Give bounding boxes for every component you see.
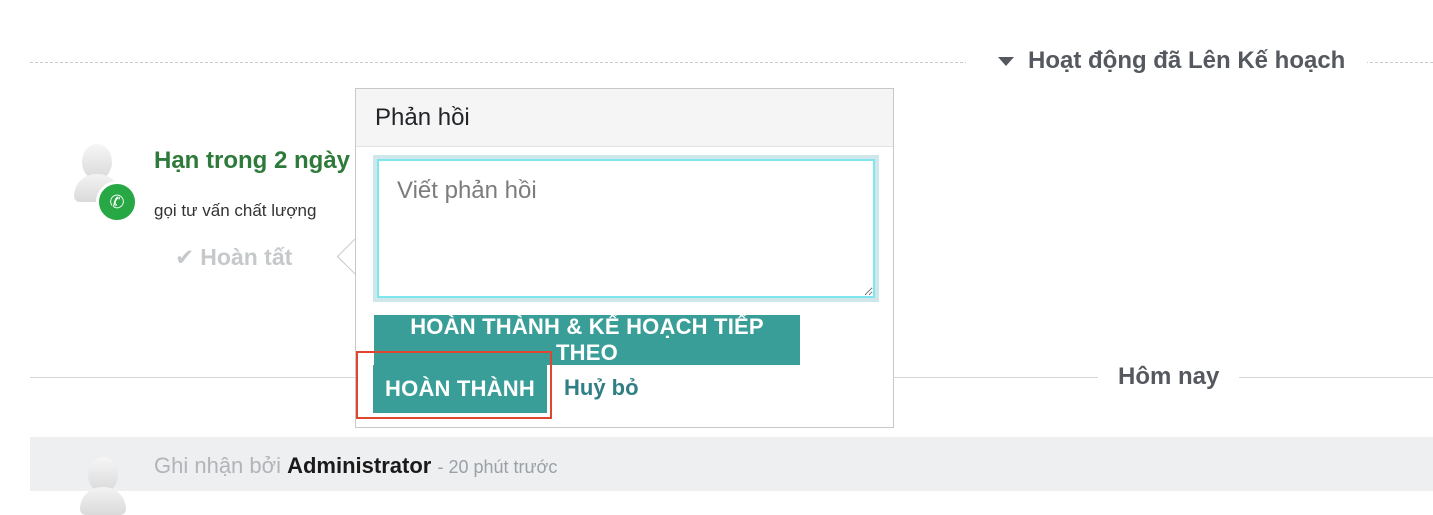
caret-down-icon xyxy=(998,57,1014,66)
feedback-input[interactable] xyxy=(377,159,875,298)
message-header: Ghi nhận bởi Administrator - 20 phút trư… xyxy=(154,453,557,479)
phone-icon: ✆ xyxy=(96,181,138,223)
feedback-field-wrapper xyxy=(373,155,879,302)
planned-activities-toggle[interactable]: Hoạt động đã Lên Kế hoạch xyxy=(966,44,1368,78)
message-author[interactable]: Administrator xyxy=(287,453,431,478)
activity-summary: gọi tư vấn chất lượng xyxy=(154,201,317,220)
mark-done-label: Hoàn tất xyxy=(200,244,293,270)
mark-done-button[interactable]: ✔ Hoàn tất xyxy=(175,244,292,271)
avatar xyxy=(80,457,126,515)
done-schedule-next-button[interactable]: HOÀN THÀNH & KẾ HOẠCH TIẾP THEO xyxy=(374,314,800,365)
today-label: Hôm nay xyxy=(1098,360,1240,394)
activity-due-title: Hạn trong 2 ngày xyxy=(154,147,351,174)
check-icon: ✔ xyxy=(175,244,195,270)
cancel-button[interactable]: Huỷ bỏ xyxy=(564,375,639,401)
message-time: - 20 phút trước xyxy=(437,457,558,477)
done-button[interactable]: HOÀN THÀNH xyxy=(373,365,547,413)
feedback-popover: Phản hồi HOÀN THÀNH & KẾ HOẠCH TIẾP THEO… xyxy=(355,88,894,428)
message-prefix: Ghi nhận bởi xyxy=(154,453,281,478)
planned-activities-label: Hoạt động đã Lên Kế hoạch xyxy=(1028,47,1346,74)
popover-title: Phản hồi xyxy=(356,89,893,147)
